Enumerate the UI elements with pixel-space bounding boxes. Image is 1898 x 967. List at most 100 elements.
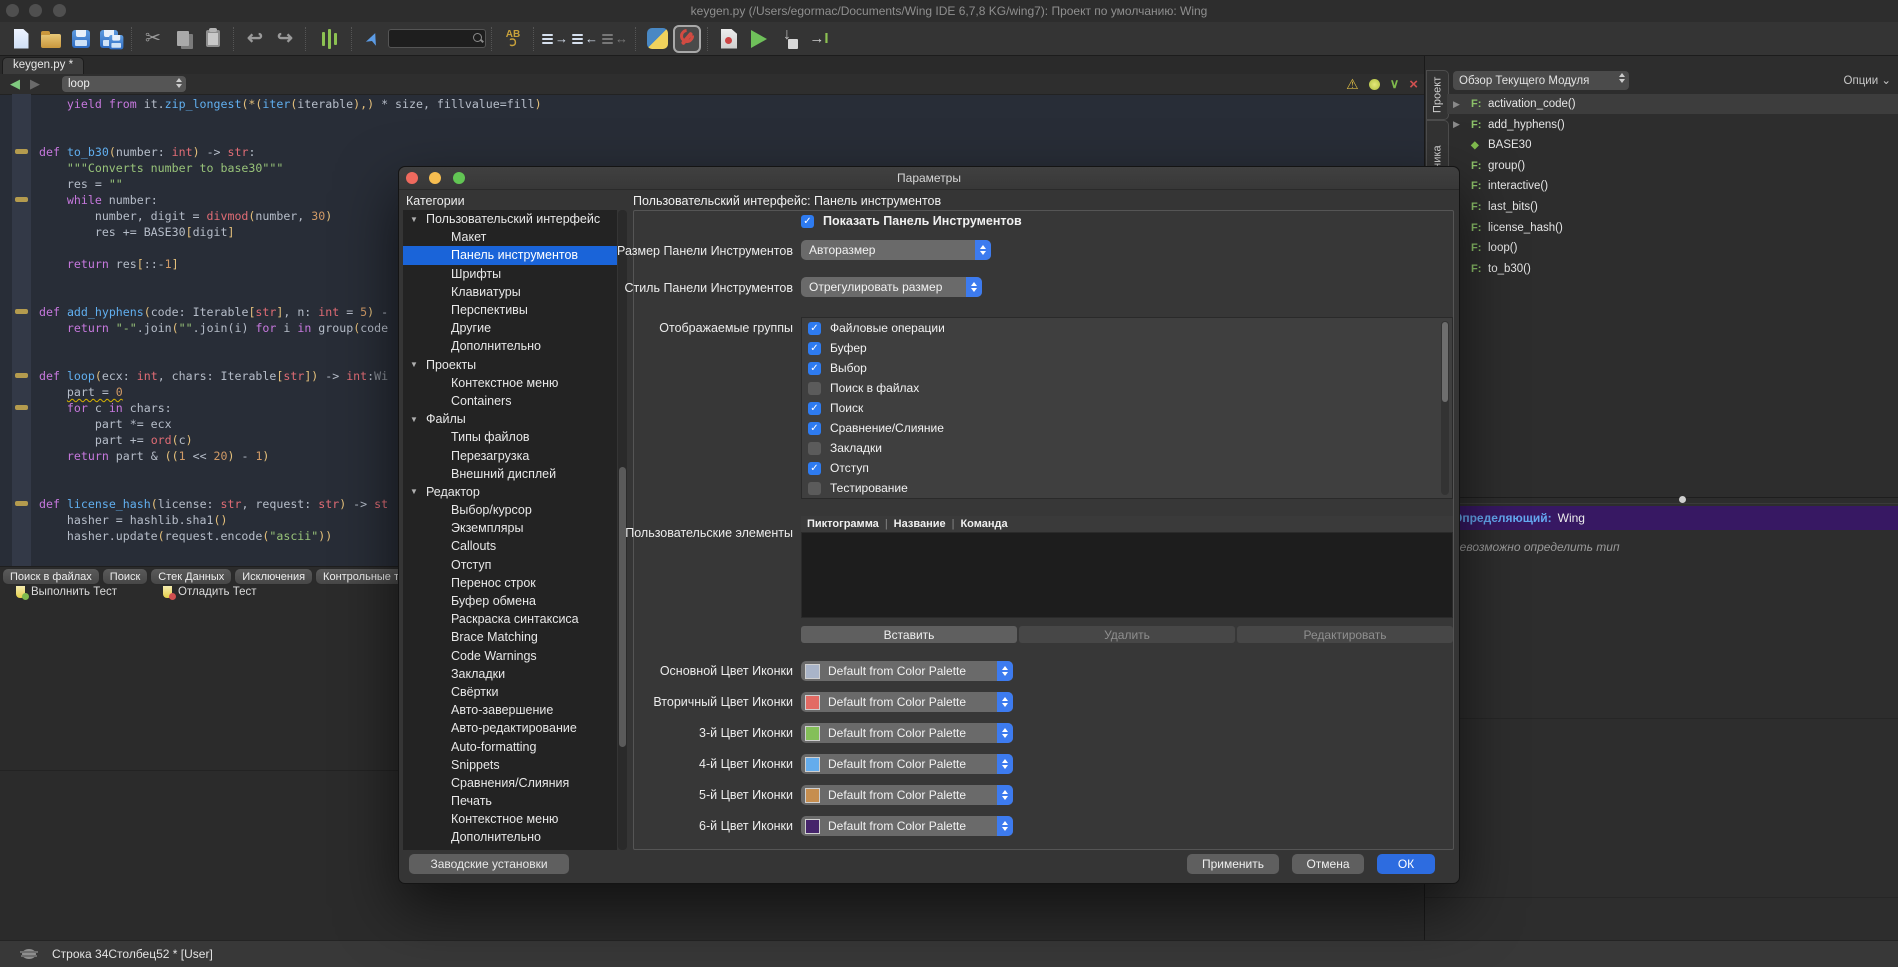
category-item-code-warnings[interactable]: Code Warnings — [403, 647, 617, 665]
toolbar-style-dropdown[interactable]: Отрегулировать размер — [801, 277, 982, 297]
symbol-row-loop[interactable]: F:loop() — [1447, 238, 1898, 258]
tree-expander-icon[interactable]: ▼ — [403, 215, 426, 224]
group-checkbox[interactable] — [808, 442, 821, 455]
python-shell-icon[interactable] — [642, 25, 672, 53]
category-item-перспективы[interactable]: Перспективы — [403, 301, 617, 319]
run-to-cursor-icon[interactable]: ↓ — [774, 25, 804, 53]
fold-marker-icon[interactable] — [15, 373, 28, 378]
expand-icon[interactable]: ▶ — [1453, 119, 1467, 130]
icon-color-dropdown-6[interactable]: Default from Color Palette — [801, 816, 1013, 836]
category-item-файлы[interactable]: ▼Файлы — [403, 410, 617, 428]
icon-color-dropdown-1[interactable]: Default from Color Palette — [801, 661, 1013, 681]
copy-icon[interactable] — [168, 25, 198, 53]
table-header-1[interactable]: Пиктограмма — [807, 518, 879, 530]
sidebar-vertical-tab-project[interactable]: Проект — [1426, 70, 1449, 120]
category-item-выбор-курсор[interactable]: Выбор/курсор — [403, 501, 617, 519]
insert-button[interactable]: Вставить — [801, 626, 1017, 643]
bottom-tab-2[interactable]: Поиск — [102, 568, 148, 585]
group-checkbox[interactable]: ✓ — [808, 462, 821, 475]
apply-button[interactable]: Применить — [1187, 854, 1279, 874]
dialog-titlebar[interactable]: Параметры — [399, 167, 1459, 190]
toolbar-search-input[interactable] — [388, 25, 486, 53]
search-in-files-icon[interactable] — [312, 25, 346, 53]
options-menu[interactable]: Опции ⌄ — [1844, 73, 1891, 87]
debug-file-icon[interactable] — [714, 25, 744, 53]
groups-scrollbar-thumb[interactable] — [1442, 322, 1448, 402]
category-item-буфер-обмена[interactable]: Буфер обмена — [403, 592, 617, 610]
group-checkbox[interactable]: ✓ — [808, 342, 821, 355]
fold-marker-icon[interactable] — [15, 309, 28, 314]
symbol-row-to_b30[interactable]: F:to_b30() — [1447, 259, 1898, 279]
group-checkbox[interactable] — [808, 382, 821, 395]
category-item-перенос-строк[interactable]: Перенос строк — [403, 574, 617, 592]
tree-expander-icon[interactable]: ▼ — [403, 415, 426, 424]
icon-color-dropdown-5[interactable]: Default from Color Palette — [801, 785, 1013, 805]
reindent-icon[interactable]: ↔ — [600, 25, 630, 53]
category-item-пользовательский-интерфейс[interactable]: ▼Пользовательский интерфейс — [403, 210, 617, 228]
open-folder-icon[interactable] — [36, 25, 66, 53]
tree-expander-icon[interactable]: ▼ — [403, 360, 426, 369]
save-icon[interactable] — [66, 25, 96, 53]
category-item-перезагрузка[interactable]: Перезагрузка — [403, 446, 617, 464]
bottom-tab-1[interactable]: Поиск в файлах — [2, 568, 100, 585]
sidebar-splitter[interactable] — [1447, 497, 1898, 504]
unindent-icon[interactable]: ← — [570, 25, 600, 53]
new-file-icon[interactable] — [6, 25, 36, 53]
category-item-дополнительно[interactable]: Дополнительно — [403, 337, 617, 355]
group-checkbox[interactable]: ✓ — [808, 402, 821, 415]
close-icon[interactable]: × — [1409, 76, 1418, 93]
symbol-row-license_hash[interactable]: F:license_hash() — [1447, 218, 1898, 238]
category-item-редактор[interactable]: ▼Редактор — [403, 483, 617, 501]
step-into-icon[interactable]: →I — [804, 25, 834, 53]
group-checkbox[interactable]: ✓ — [808, 322, 821, 335]
show-toolbar-checkbox[interactable]: ✓ — [801, 215, 814, 228]
history-back-icon[interactable]: ◀ — [10, 76, 20, 92]
redo-icon[interactable]: ↪ — [270, 25, 300, 53]
tree-expander-icon[interactable]: ▼ — [403, 487, 426, 496]
category-item-проекты[interactable]: ▼Проекты — [403, 356, 617, 374]
test-action[interactable]: Выполнить Тест — [16, 586, 117, 598]
category-item-containers[interactable]: Containers — [403, 392, 617, 410]
category-item-brace-matching[interactable]: Brace Matching — [403, 628, 617, 646]
run-icon[interactable] — [744, 25, 774, 53]
cut-icon[interactable]: ✂ — [138, 25, 168, 53]
fold-marker-icon[interactable] — [15, 501, 28, 506]
chevron-down-icon[interactable]: ∨ — [1390, 76, 1400, 92]
group-checkbox[interactable] — [808, 482, 821, 495]
factory-defaults-button[interactable]: Заводские установки — [409, 854, 569, 874]
fold-gutter[interactable] — [12, 94, 31, 566]
category-item-внешний-дисплей[interactable]: Внешний дисплей — [403, 465, 617, 483]
category-item-типы-файлов[interactable]: Типы файлов — [403, 428, 617, 446]
group-checkbox[interactable]: ✓ — [808, 422, 821, 435]
custom-items-table[interactable] — [801, 532, 1453, 618]
category-item-отступ[interactable]: Отступ — [403, 556, 617, 574]
bottom-tab-4[interactable]: Исключения — [234, 568, 313, 585]
symbol-row-last_bits[interactable]: F:last_bits() — [1447, 197, 1898, 217]
expand-icon[interactable]: ▶ — [1453, 99, 1467, 110]
bug-icon[interactable] — [22, 949, 36, 959]
category-item-контекстное-меню[interactable]: Контекстное меню — [403, 374, 617, 392]
indent-icon[interactable]: → — [540, 25, 570, 53]
icon-color-dropdown-4[interactable]: Default from Color Palette — [801, 754, 1013, 774]
history-forward-icon[interactable]: ▶ — [30, 76, 40, 92]
lightbulb-icon[interactable] — [1369, 79, 1380, 90]
ok-button[interactable]: ОК — [1377, 854, 1435, 874]
table-header-3[interactable]: Команда — [960, 518, 1007, 530]
symbol-row-BASE30[interactable]: ◆BASE30 — [1447, 135, 1898, 155]
category-item-auto-formatting[interactable]: Auto-formatting — [403, 737, 617, 755]
fold-marker-icon[interactable] — [15, 405, 28, 410]
paste-icon[interactable] — [198, 25, 228, 53]
symbol-row-add_hyphens[interactable]: ▶F:add_hyphens() — [1447, 115, 1898, 135]
symbol-row-activation_code[interactable]: ▶F:activation_code() — [1447, 94, 1898, 114]
cancel-button[interactable]: Отмена — [1292, 854, 1364, 874]
replace-icon[interactable]: ABↃ — [498, 25, 528, 53]
category-item-раскраска-синтаксиса[interactable]: Раскраска синтаксиса — [403, 610, 617, 628]
toolbar-size-dropdown[interactable]: Авторазмер — [801, 240, 991, 260]
icon-color-dropdown-3[interactable]: Default from Color Palette — [801, 723, 1013, 743]
group-checkbox[interactable]: ✓ — [808, 362, 821, 375]
fold-marker-icon[interactable] — [15, 149, 28, 154]
test-action[interactable]: Отладить Тест — [163, 586, 256, 598]
warning-icon[interactable]: ⚠ — [1346, 76, 1359, 93]
fold-marker-icon[interactable] — [15, 197, 28, 202]
icon-color-dropdown-2[interactable]: Default from Color Palette — [801, 692, 1013, 712]
